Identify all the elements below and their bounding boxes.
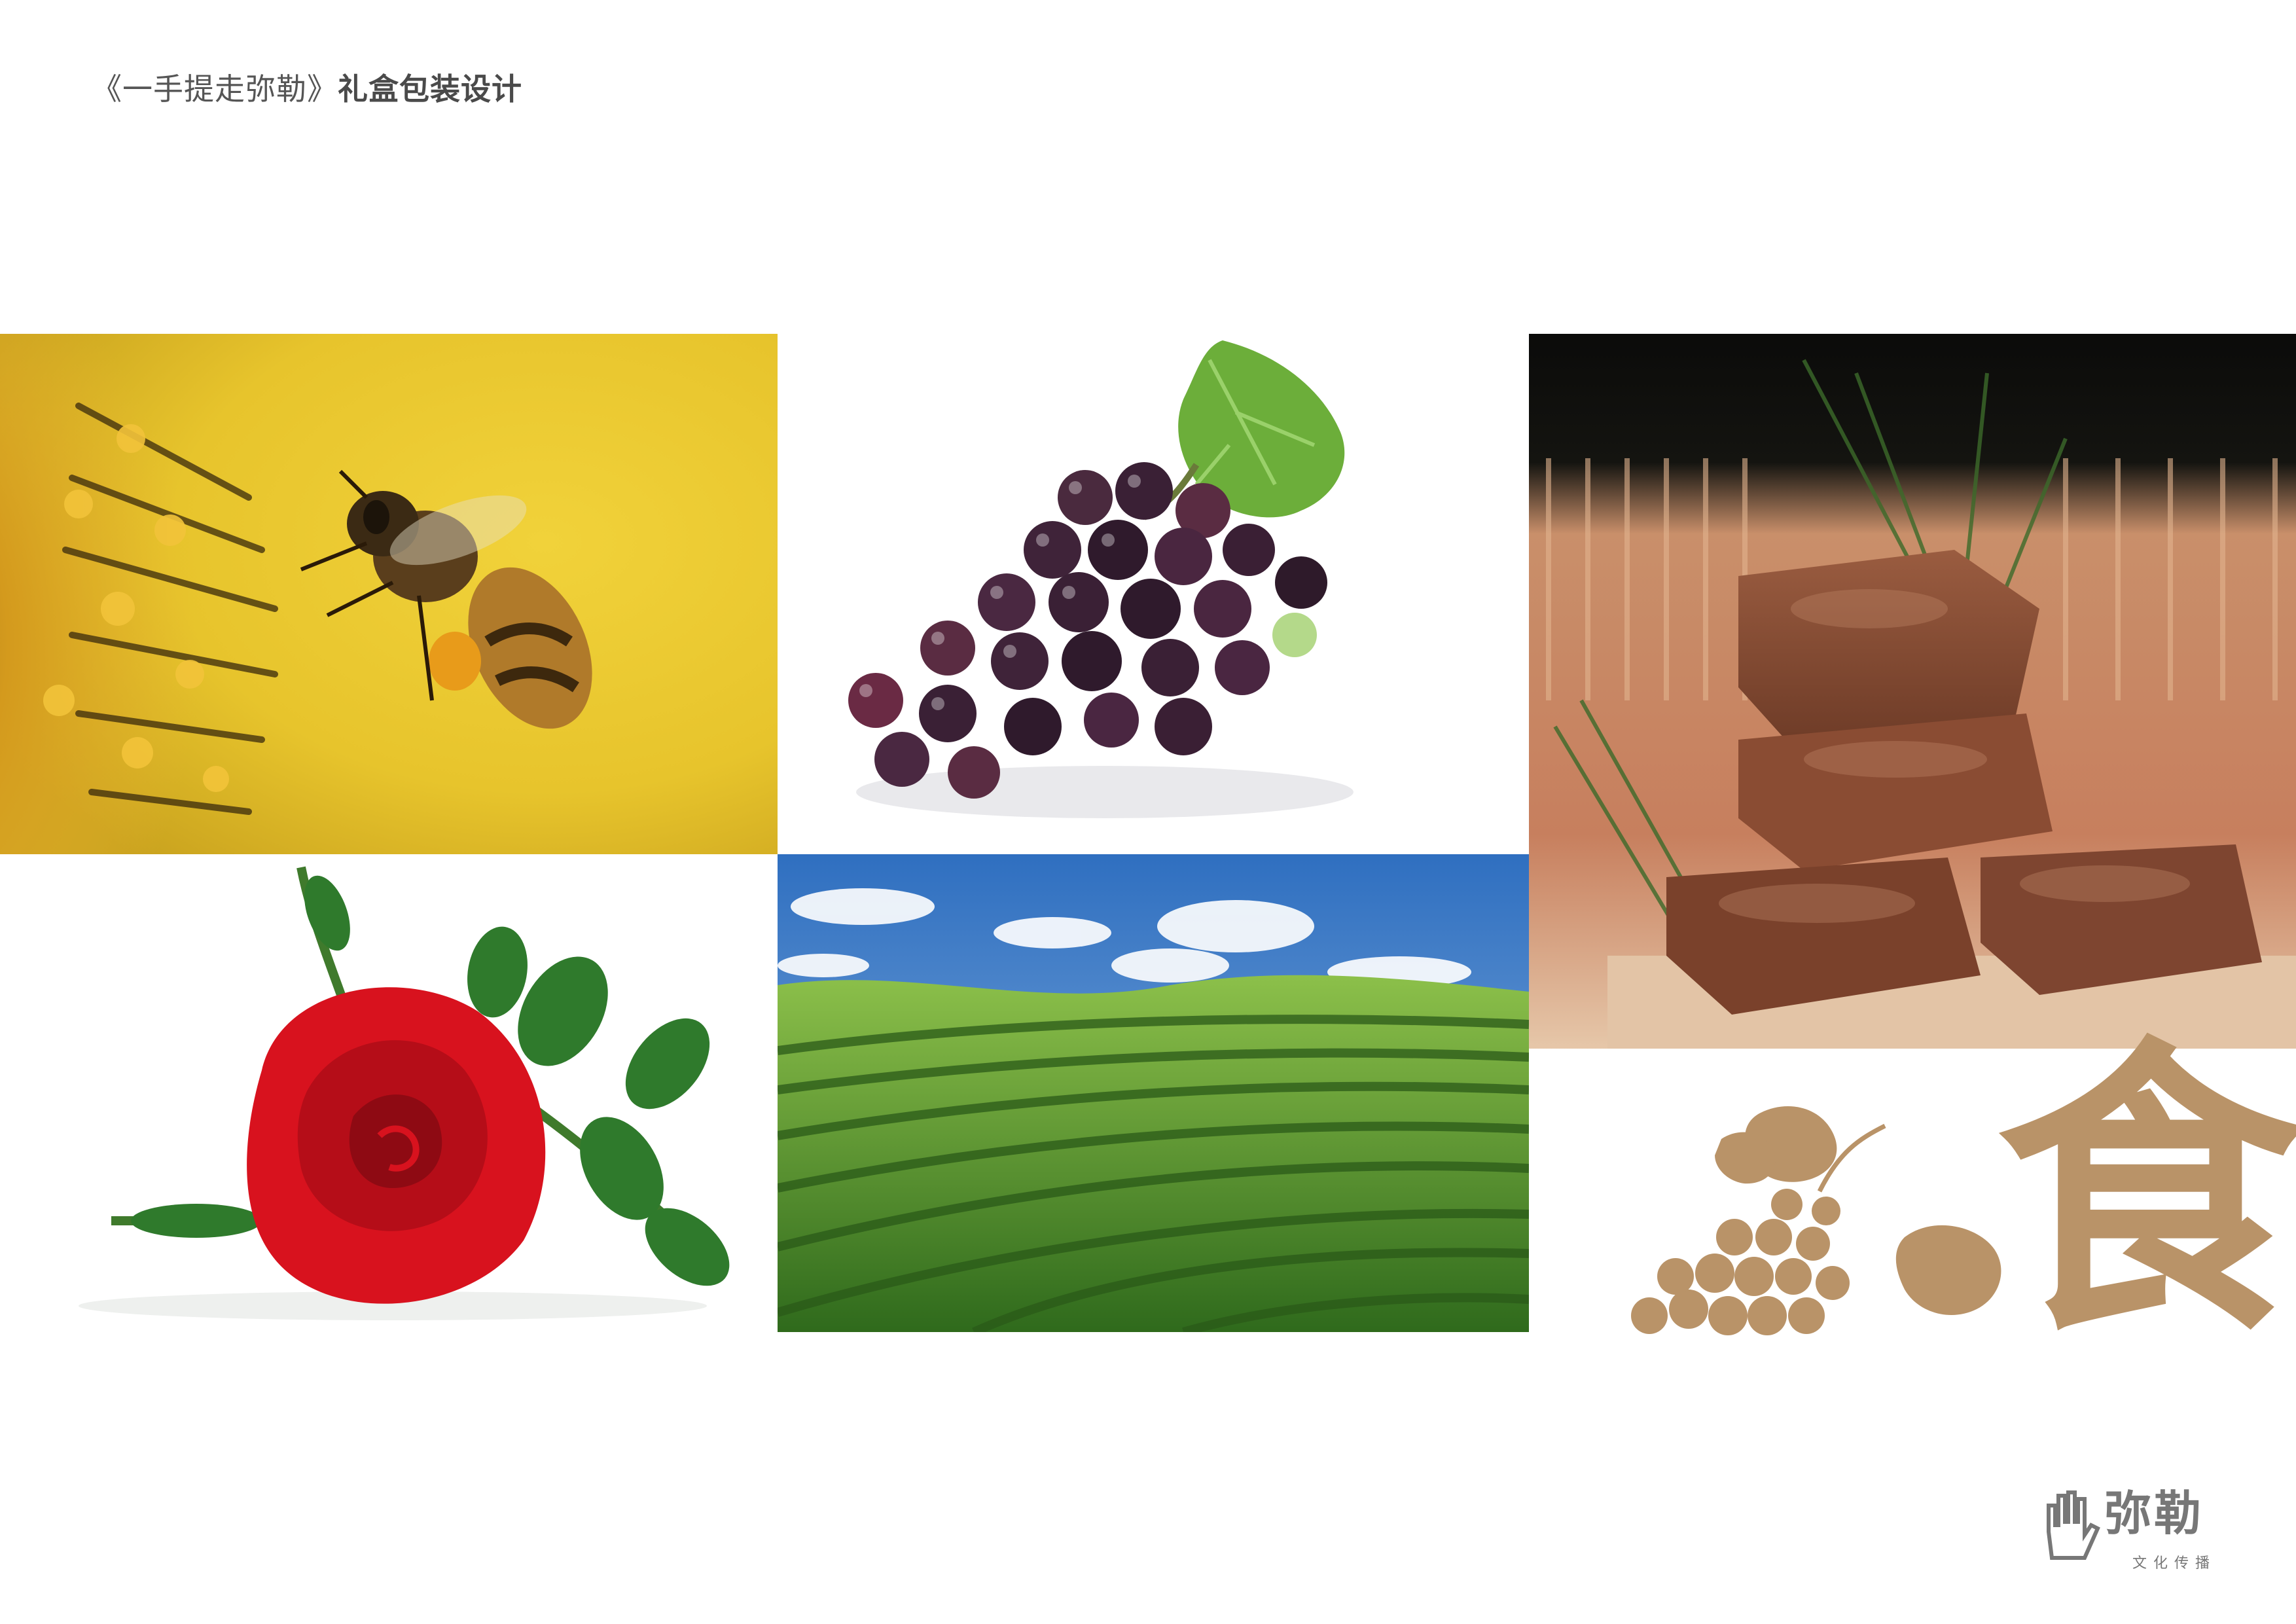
grape-emblem [1623,1100,2042,1348]
bee-sunflower-photo [0,334,778,854]
grape-icon [1631,1106,2001,1335]
logo-name: 弥勒 [2104,1486,2204,1541]
grapes-photo [778,334,1529,854]
logo-subtitle: 文化传播 [2132,1555,2217,1572]
page-title-bold: 礼盒包装设计 [338,71,522,107]
tea-field-photo [778,854,1529,1332]
rose-photo [0,854,778,1332]
page-title-regular: 《一手提走弥勒》 [92,71,338,107]
hand-icon [2047,1490,2100,1560]
feature-character: 食 [1996,1011,2296,1372]
page-title: 《一手提走弥勒》礼盒包装设计 [92,65,522,109]
rose-icon [247,987,546,1304]
brown-sugar-photo [1529,334,2296,1049]
